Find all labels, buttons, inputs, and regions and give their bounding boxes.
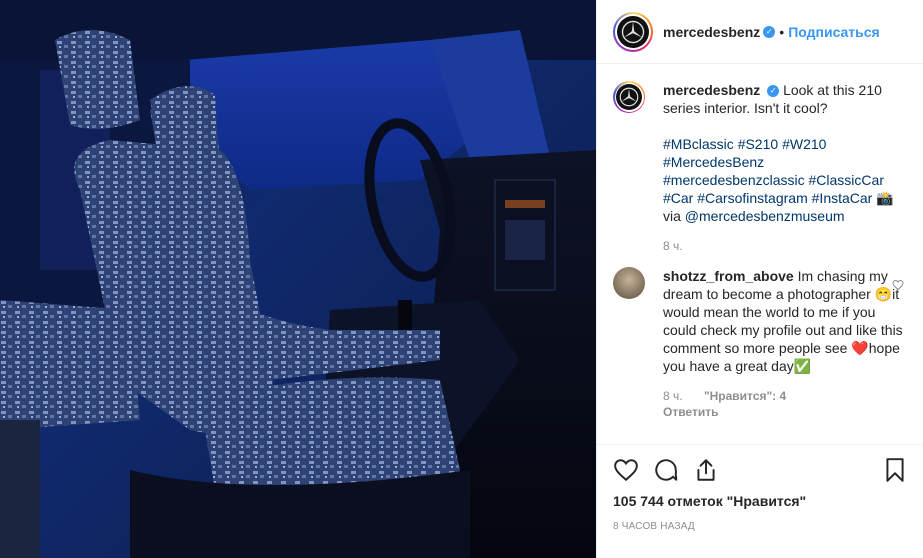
comments-list[interactable]: mercedesbenz ✓ Look at this 210 series i…	[597, 65, 923, 443]
hashtag-link[interactable]: #mercedesbenzclassic	[663, 172, 805, 188]
hashtag-link[interactable]: #Carsofinstagram	[697, 190, 808, 206]
verified-badge-icon: ✓	[763, 25, 776, 38]
post-header: mercedesbenz ✓ • Подписаться	[597, 0, 923, 64]
comment-item: shotzz_from_above Im chasing my dream to…	[613, 267, 908, 419]
comment-icon[interactable]	[653, 457, 679, 483]
car-interior-image	[0, 0, 596, 558]
author-avatar[interactable]	[613, 11, 653, 52]
verified-badge-icon: ✓	[767, 85, 780, 98]
hashtag-link[interactable]: #S210	[738, 136, 778, 152]
post-timestamp[interactable]: 8 часов назад	[613, 521, 908, 532]
comment-body: shotzz_from_above Im chasing my dream to…	[663, 267, 903, 419]
author-username[interactable]: mercedesbenz	[663, 24, 760, 40]
caption-author[interactable]: mercedesbenz	[663, 82, 760, 98]
hashtag-link[interactable]: #MercedesBenz	[663, 154, 764, 170]
post-photo[interactable]	[0, 0, 596, 558]
caption-time[interactable]: 8 ч.	[663, 239, 683, 253]
hashtag-link[interactable]: #MBclassic	[663, 136, 734, 152]
hashtag-link[interactable]: #W210	[782, 136, 826, 152]
instagram-post-view: mercedesbenz ✓ • Подписаться mercedesben…	[0, 0, 923, 558]
reply-button[interactable]: Ответить	[663, 405, 903, 419]
post-sidebar: mercedesbenz ✓ • Подписаться mercedesben…	[596, 0, 923, 558]
commenter-username[interactable]: shotzz_from_above	[663, 268, 794, 284]
action-icon-row	[613, 445, 908, 495]
post-likes-count[interactable]: 105 744 отметок "Нравится"	[613, 493, 908, 509]
comment-likes[interactable]: "Нравится": 4	[704, 389, 786, 403]
heart-emoji: ❤️	[851, 340, 869, 356]
post-actions: 105 744 отметок "Нравится" 8 часов назад	[597, 444, 923, 558]
camera-emoji: 📸	[876, 190, 894, 206]
bookmark-icon[interactable]	[882, 457, 908, 483]
check-emoji: ✅	[793, 358, 812, 374]
mercedes-star-icon	[621, 20, 645, 43]
comment-time[interactable]: 8 ч.	[663, 389, 683, 403]
separator-dot: •	[779, 23, 785, 40]
hashtag-link[interactable]: #ClassicCar	[809, 172, 884, 188]
caption-hashtags: #MBclassic #S210 #W210 #MercedesBenz #me…	[663, 135, 903, 225]
follow-button[interactable]: Подписаться	[788, 24, 880, 40]
grin-emoji: 😁	[874, 286, 893, 302]
caption-meta: 8 ч.	[663, 239, 903, 253]
comment-like-heart-icon[interactable]	[892, 279, 904, 291]
hashtag-link[interactable]: #Car	[663, 190, 693, 206]
comment-meta: 8 ч. "Нравится": 4 Ответить	[663, 389, 903, 419]
via-label: via	[663, 208, 681, 224]
heart-icon[interactable]	[613, 457, 639, 483]
caption-comment: mercedesbenz ✓ Look at this 210 series i…	[613, 81, 908, 253]
hashtag-link[interactable]: #InstaCar	[812, 190, 873, 206]
mercedes-star-icon	[619, 87, 639, 107]
caption-author-avatar[interactable]	[613, 81, 645, 113]
caption-body: mercedesbenz ✓ Look at this 210 series i…	[663, 81, 903, 253]
commenter-avatar[interactable]	[613, 267, 645, 299]
mention-link[interactable]: @mercedesbenzmuseum	[685, 208, 845, 224]
share-icon[interactable]	[693, 457, 719, 483]
